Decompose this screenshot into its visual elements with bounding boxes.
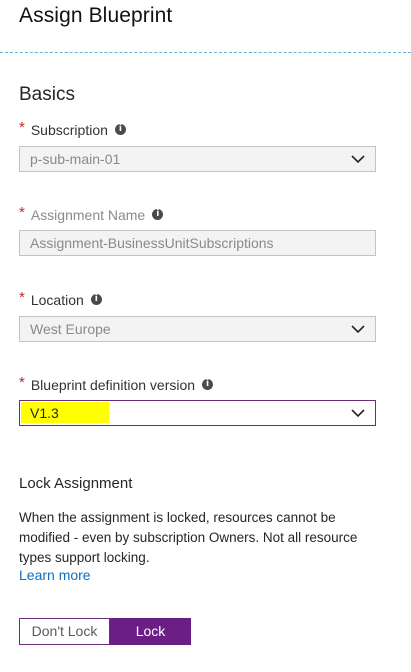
chevron-down-icon xyxy=(351,155,365,164)
section-title-basics: Basics xyxy=(19,84,75,105)
assignment-name-value: Assignment-BusinessUnitSubscriptions xyxy=(30,235,274,251)
page-title: Assign Blueprint xyxy=(19,4,173,27)
required-marker: * xyxy=(19,204,25,221)
blueprint-version-value: V1.3 xyxy=(30,405,59,421)
subscription-label-row: * Subscription i xyxy=(19,119,126,138)
assignment-name-field[interactable]: Assignment-BusinessUnitSubscriptions xyxy=(19,230,376,256)
title-divider xyxy=(0,52,411,53)
blueprint-version-label-row: * Blueprint definition version i xyxy=(19,374,214,393)
required-marker: * xyxy=(19,289,25,306)
info-icon[interactable]: i xyxy=(90,294,102,305)
location-label: Location xyxy=(30,291,84,308)
chevron-down-icon xyxy=(351,409,365,418)
lock-assignment-description: When the assignment is locked, resources… xyxy=(19,510,358,565)
location-dropdown[interactable]: West Europe xyxy=(19,316,376,342)
lock-toggle: Don't Lock Lock xyxy=(19,618,191,645)
learn-more-link[interactable]: Learn more xyxy=(19,567,91,583)
blueprint-version-label: Blueprint definition version xyxy=(30,376,196,393)
location-value: West Europe xyxy=(30,321,111,337)
dont-lock-button[interactable]: Don't Lock xyxy=(19,618,110,645)
info-icon[interactable]: i xyxy=(202,379,214,390)
assignment-name-label-row: * Assignment Name i xyxy=(19,204,164,223)
location-label-row: * Location i xyxy=(19,289,102,308)
lock-button[interactable]: Lock xyxy=(110,618,191,645)
chevron-down-icon xyxy=(351,325,365,334)
assignment-name-label: Assignment Name xyxy=(30,206,146,223)
info-icon[interactable]: i xyxy=(114,124,126,135)
subscription-value: p-sub-main-01 xyxy=(30,151,121,167)
required-marker: * xyxy=(19,374,25,391)
subscription-dropdown[interactable]: p-sub-main-01 xyxy=(19,146,376,172)
assign-blueprint-blade: Assign Blueprint Basics * Subscription i… xyxy=(0,0,411,672)
info-icon[interactable]: i xyxy=(152,209,164,220)
lock-assignment-heading: Lock Assignment xyxy=(19,475,133,492)
blueprint-version-dropdown[interactable]: V1.3 xyxy=(19,400,376,426)
required-marker: * xyxy=(19,119,25,136)
subscription-label: Subscription xyxy=(30,121,108,138)
